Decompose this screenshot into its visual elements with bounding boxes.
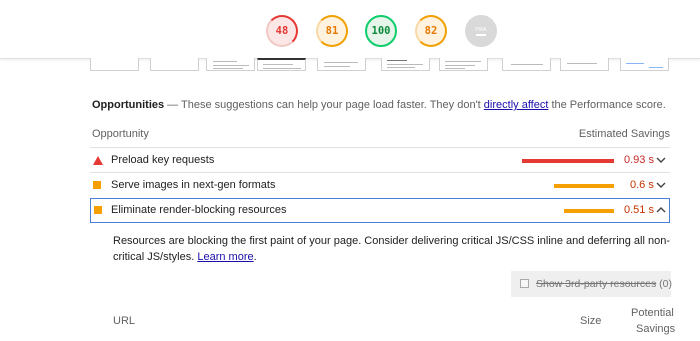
- url-column-header: URL: [113, 315, 136, 327]
- seo-score-gauge[interactable]: 82: [415, 15, 447, 47]
- chevron-up-icon[interactable]: [654, 203, 668, 217]
- third-party-checkbox[interactable]: [520, 279, 529, 288]
- opportunity-column-header: Opportunity: [92, 128, 149, 140]
- opportunities-description-end: the Performance score.: [548, 99, 666, 111]
- opportunities-title: Opportunities: [92, 99, 165, 111]
- savings-bar: [522, 159, 614, 163]
- opportunity-row-preload-key-requests[interactable]: Preload key requests 0.93 s: [90, 148, 670, 172]
- pwa-na-dash-icon: [476, 33, 486, 36]
- savings-value: 0.93 s: [624, 154, 654, 166]
- accessibility-score-value: 81: [325, 25, 339, 37]
- opportunity-row-next-gen-images[interactable]: Serve images in next-gen formats 0.6 s: [90, 173, 670, 197]
- filmstrip-frame: [317, 58, 366, 71]
- savings-column-header: Savings: [636, 323, 676, 335]
- learn-more-link[interactable]: Learn more: [197, 251, 253, 263]
- score-gauges: 48 81 100 82 PWA: [0, 15, 700, 51]
- size-column-header: Size: [580, 315, 602, 327]
- pwa-label: PWA: [475, 26, 487, 33]
- third-party-label: Show 3rd-party resources (0): [536, 278, 672, 290]
- chevron-down-icon[interactable]: [654, 178, 668, 192]
- filmstrip-frame: [620, 58, 669, 71]
- chevron-down-icon[interactable]: [654, 153, 668, 167]
- third-party-filter[interactable]: Show 3rd-party resources (0): [511, 271, 672, 297]
- filmstrip-frame: [439, 58, 488, 71]
- potential-column-header: Potential: [631, 307, 674, 319]
- opportunities-header: Opportunities — These suggestions can he…: [92, 99, 666, 111]
- performance-score-gauge[interactable]: 48: [266, 15, 298, 47]
- savings-bar: [554, 184, 614, 188]
- opportunities-description: — These suggestions can help your page l…: [164, 99, 484, 111]
- estimated-savings-column-header: Estimated Savings: [578, 128, 670, 140]
- third-party-count: (0): [659, 278, 672, 290]
- opportunity-details: Resources are blocking the first paint o…: [113, 233, 673, 265]
- best-practices-score-gauge[interactable]: 100: [365, 15, 397, 47]
- triangle-warning-icon: [93, 156, 103, 165]
- opportunity-title: Serve images in next-gen formats: [111, 179, 276, 191]
- filmstrip-frame: [150, 58, 199, 71]
- filmstrip-frame: [257, 58, 306, 71]
- filmstrip-frame: [381, 58, 430, 71]
- savings-bar: [564, 209, 614, 213]
- performance-score-value: 48: [275, 25, 289, 37]
- best-practices-score-value: 100: [371, 25, 391, 37]
- pwa-score-gauge[interactable]: PWA: [465, 15, 497, 47]
- details-link-suffix: .: [253, 251, 257, 263]
- filmstrip-frame: [90, 58, 139, 71]
- accessibility-score-gauge[interactable]: 81: [316, 15, 348, 47]
- square-average-icon: [93, 181, 101, 189]
- square-average-icon: [94, 206, 102, 214]
- opportunity-title: Preload key requests: [111, 154, 215, 166]
- opportunity-row-render-blocking[interactable]: Eliminate render-blocking resources 0.51…: [90, 198, 670, 223]
- savings-value: 0.6 s: [630, 179, 654, 191]
- third-party-label-text: Show 3rd-party resources: [536, 278, 657, 290]
- opportunity-title: Eliminate render-blocking resources: [111, 204, 287, 216]
- filmstrip-frame: [502, 58, 551, 71]
- filmstrip-frame: [206, 58, 255, 71]
- filmstrip: [90, 58, 670, 74]
- score-header: 48 81 100 82 PWA: [0, 0, 700, 59]
- filmstrip-frame: [560, 58, 609, 71]
- seo-score-value: 82: [424, 25, 438, 37]
- directly-affect-link[interactable]: directly affect: [484, 99, 549, 111]
- savings-value: 0.51 s: [624, 204, 654, 216]
